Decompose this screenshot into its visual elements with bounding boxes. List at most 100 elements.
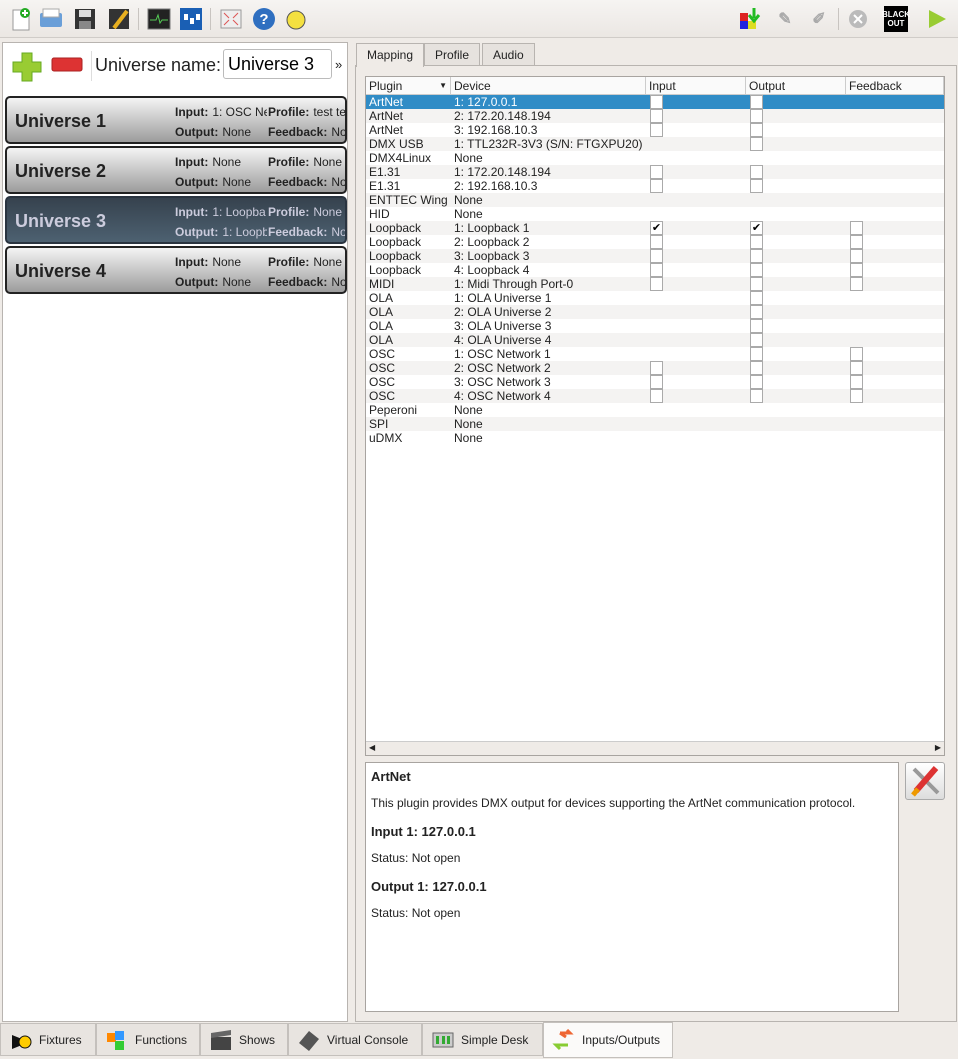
output-checkbox[interactable] (750, 305, 763, 319)
output-checkbox[interactable] (750, 375, 763, 389)
table-row[interactable]: SPI None (366, 417, 944, 431)
output-checkbox[interactable]: ✔ (750, 221, 763, 235)
output-checkbox[interactable] (750, 137, 763, 151)
input-checkbox[interactable] (650, 165, 663, 179)
tab-profile[interactable]: Profile (424, 43, 481, 66)
configure-plugin-button[interactable] (905, 762, 945, 800)
input-checkbox[interactable] (650, 95, 663, 109)
input-checkbox[interactable] (650, 375, 663, 389)
table-row[interactable]: MIDI 1: Midi Through Port-0 (366, 277, 944, 291)
output-checkbox[interactable] (750, 109, 763, 123)
table-row[interactable]: Peperoni None (366, 403, 944, 417)
open-icon[interactable] (38, 6, 64, 32)
save-as-icon[interactable] (106, 6, 132, 32)
header-output[interactable]: Output (746, 77, 846, 95)
feedback-checkbox[interactable] (850, 277, 863, 291)
output-checkbox[interactable] (750, 361, 763, 375)
monitor-icon[interactable] (146, 6, 172, 32)
table-row[interactable]: DMX4Linux None (366, 151, 944, 165)
add-universe-button[interactable] (11, 51, 43, 86)
table-row[interactable]: Loopback 4: Loopback 4 (366, 263, 944, 277)
edit-icon[interactable]: ✐ (806, 6, 832, 32)
output-checkbox[interactable] (750, 263, 763, 277)
dip-switch-icon[interactable] (178, 6, 204, 32)
feedback-checkbox[interactable] (850, 263, 863, 277)
scroll-right-icon[interactable]: ▶ (935, 743, 941, 752)
input-checkbox[interactable] (650, 389, 663, 403)
bottom-tab-simple-desk[interactable]: Simple Desk (422, 1023, 543, 1056)
table-row[interactable]: OLA 1: OLA Universe 1 (366, 291, 944, 305)
bottom-tab-shows[interactable]: Shows (200, 1023, 288, 1056)
feedback-checkbox[interactable] (850, 235, 863, 249)
table-row[interactable]: OLA 4: OLA Universe 4 (366, 333, 944, 347)
output-checkbox[interactable] (750, 235, 763, 249)
header-input[interactable]: Input (646, 77, 746, 95)
table-row[interactable]: ArtNet 3: 192.168.10.3 (366, 123, 944, 137)
output-checkbox[interactable] (750, 123, 763, 137)
input-checkbox[interactable] (650, 249, 663, 263)
input-checkbox[interactable]: ✔ (650, 221, 663, 235)
table-row[interactable]: OLA 3: OLA Universe 3 (366, 319, 944, 333)
save-icon[interactable] (72, 6, 98, 32)
feedback-checkbox[interactable] (850, 347, 863, 361)
table-row[interactable]: Loopback 2: Loopback 2 (366, 235, 944, 249)
bottom-tab-inputs-outputs[interactable]: Inputs/Outputs (543, 1022, 673, 1058)
table-row[interactable]: OLA 2: OLA Universe 2 (366, 305, 944, 319)
universe-name-input[interactable] (223, 49, 332, 79)
feedback-checkbox[interactable] (850, 221, 863, 235)
table-row[interactable]: E1.31 1: 172.20.148.194 (366, 165, 944, 179)
header-plugin[interactable]: Plugin ▼ (366, 77, 451, 95)
universe-item-selected[interactable]: Universe 3 Input: 1: Loopba Output: 1: Loo… (5, 196, 347, 244)
dmx-dump-icon[interactable] (738, 6, 764, 32)
bottom-tab-functions[interactable]: Functions (96, 1023, 200, 1056)
header-feedback[interactable]: Feedback (846, 77, 944, 95)
bottom-tab-fixtures[interactable]: Fixtures (0, 1023, 96, 1056)
universe-item[interactable]: Universe 1 Input: 1: OSC Ne Output: None P… (5, 96, 347, 144)
table-row[interactable]: Loopback 3: Loopback 3 (366, 249, 944, 263)
feedback-checkbox[interactable] (850, 375, 863, 389)
horizontal-scrollbar[interactable]: ◀ ▶ (366, 741, 944, 755)
table-row[interactable]: Loopback 1: Loopback 1 ✔ ✔ (366, 221, 944, 235)
input-checkbox[interactable] (650, 361, 663, 375)
header-device[interactable]: Device (451, 77, 646, 95)
table-row[interactable]: uDMX None (366, 431, 944, 445)
live-edit-icon[interactable]: ✎ (772, 6, 798, 32)
table-row[interactable]: OSC 3: OSC Network 3 (366, 375, 944, 389)
feedback-checkbox[interactable] (850, 389, 863, 403)
blackout-icon[interactable]: BLACK OUT (882, 6, 910, 32)
feedback-checkbox[interactable] (850, 249, 863, 263)
bulb-icon[interactable] (284, 6, 310, 32)
input-checkbox[interactable] (650, 179, 663, 193)
output-checkbox[interactable] (750, 389, 763, 403)
output-checkbox[interactable] (750, 179, 763, 193)
bottom-tab-virtual-console[interactable]: Virtual Console (288, 1023, 422, 1056)
remove-universe-button[interactable] (51, 57, 83, 76)
scroll-left-icon[interactable]: ◀ (369, 743, 375, 752)
output-checkbox[interactable] (750, 319, 763, 333)
table-row[interactable]: ArtNet 2: 172.20.148.194 (366, 109, 944, 123)
tab-audio[interactable]: Audio (482, 43, 535, 66)
input-checkbox[interactable] (650, 277, 663, 291)
table-row[interactable]: ENTTEC Wing None (366, 193, 944, 207)
output-checkbox[interactable] (750, 291, 763, 305)
table-row[interactable]: OSC 4: OSC Network 4 (366, 389, 944, 403)
output-checkbox[interactable] (750, 95, 763, 109)
help-icon[interactable]: ? (251, 6, 277, 32)
play-icon[interactable] (924, 6, 950, 32)
output-checkbox[interactable] (750, 333, 763, 347)
more-button[interactable]: » (335, 57, 342, 72)
table-row[interactable]: DMX USB 1: TTL232R-3V3 (S/N: FTGXPU20) (366, 137, 944, 151)
table-row[interactable]: E1.31 2: 192.168.10.3 (366, 179, 944, 193)
universe-item[interactable]: Universe 2 Input: None Output: None Profil… (5, 146, 347, 194)
input-checkbox[interactable] (650, 109, 663, 123)
output-checkbox[interactable] (750, 249, 763, 263)
stop-all-icon[interactable] (845, 6, 871, 32)
new-document-icon[interactable] (8, 6, 34, 32)
fullscreen-icon[interactable] (218, 6, 244, 32)
input-checkbox[interactable] (650, 263, 663, 277)
universe-item[interactable]: Universe 4 Input: None Output: None Profil… (5, 246, 347, 294)
tab-mapping[interactable]: Mapping (356, 43, 425, 67)
table-row[interactable]: OSC 1: OSC Network 1 (366, 347, 944, 361)
output-checkbox[interactable] (750, 277, 763, 291)
feedback-checkbox[interactable] (850, 361, 863, 375)
